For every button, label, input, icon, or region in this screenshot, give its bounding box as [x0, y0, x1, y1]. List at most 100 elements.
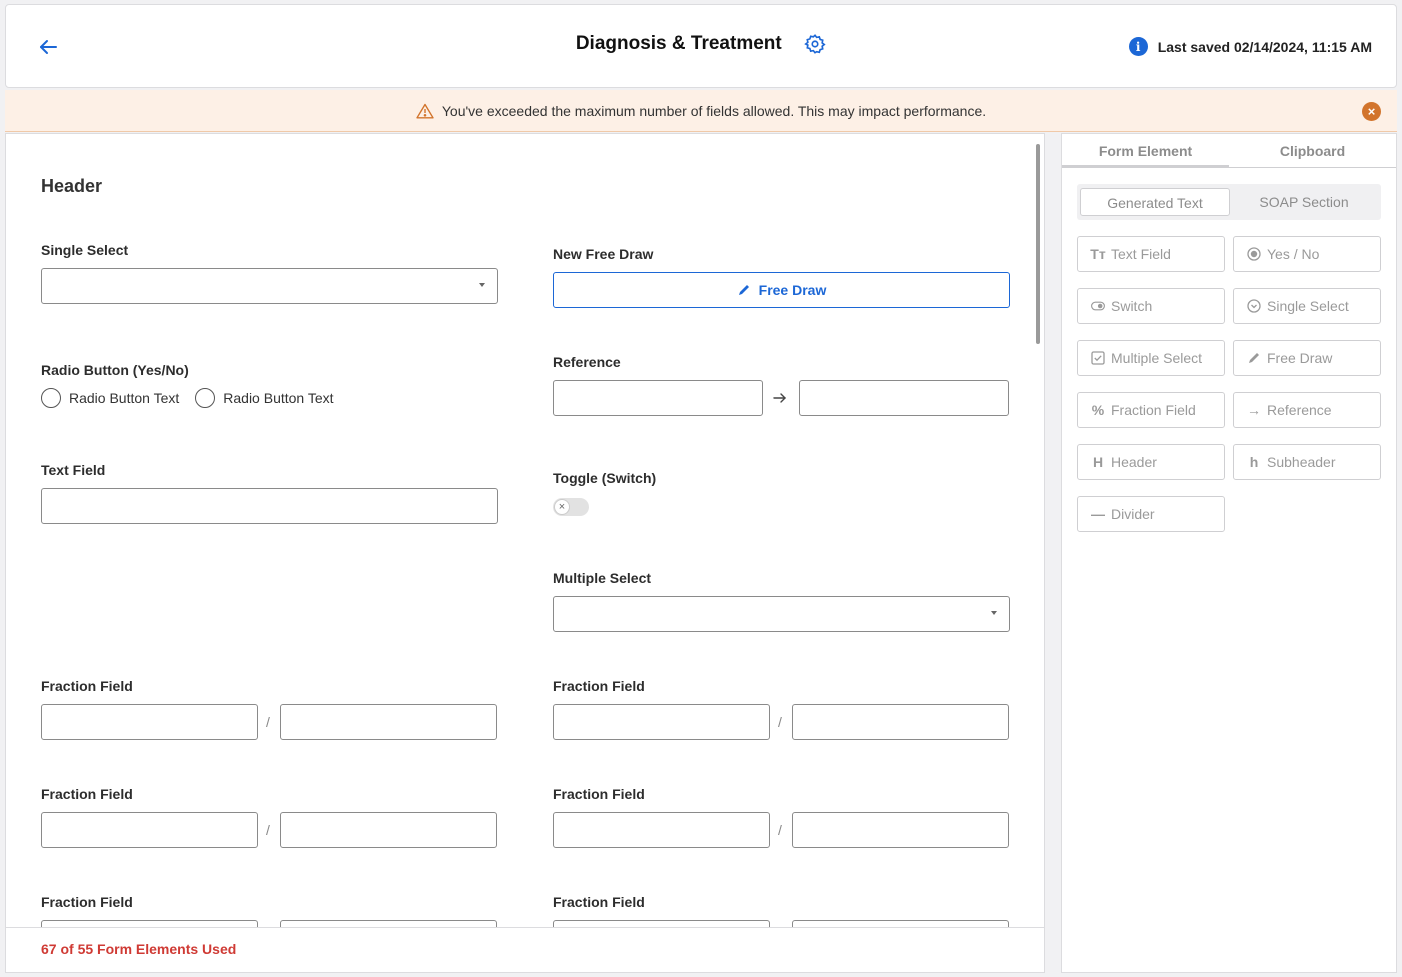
info-icon: i	[1128, 37, 1148, 56]
header-icon: H	[1092, 454, 1104, 470]
fraction-label: Fraction Field	[41, 786, 133, 802]
top-bar: Diagnosis & Treatment i Last saved 02/14…	[5, 4, 1397, 88]
warning-icon	[416, 103, 434, 119]
scrollbar[interactable]	[1036, 144, 1040, 344]
add-text-field-button[interactable]: Tт Text Field	[1077, 236, 1225, 272]
multiple-select-dropdown[interactable]	[553, 596, 1010, 632]
fraction-label: Fraction Field	[41, 894, 133, 910]
add-fraction-field-button[interactable]: % Fraction Field	[1077, 392, 1225, 428]
element-label: Fraction Field	[1111, 402, 1196, 418]
percent-icon: %	[1091, 402, 1105, 418]
radio-circle	[41, 388, 61, 408]
fraction-separator: /	[778, 714, 782, 730]
radio-option-label: Radio Button Text	[223, 390, 334, 406]
text-field-icon: Tт	[1090, 246, 1106, 262]
divider-icon: —	[1091, 506, 1105, 522]
radio-option-label: Radio Button Text	[69, 390, 180, 406]
form-header: Header	[41, 176, 103, 196]
element-label: Divider	[1111, 506, 1155, 522]
radio-option-2[interactable]: Radio Button Text	[195, 388, 334, 408]
fraction-denominator-input[interactable]	[792, 812, 1009, 848]
add-multiple-select-button[interactable]: Multiple Select	[1077, 340, 1225, 376]
element-label: Subheader	[1267, 454, 1336, 470]
element-label: Switch	[1111, 298, 1153, 314]
reference-target-input[interactable]	[799, 380, 1009, 416]
text-field-input[interactable]	[41, 488, 498, 524]
toggle-switch[interactable]: ×	[553, 498, 589, 516]
warning-message: You've exceeded the maximum number of fi…	[441, 102, 987, 119]
subheader-icon: h	[1249, 454, 1259, 470]
chevron-down-icon	[479, 283, 485, 287]
add-switch-button[interactable]: Switch	[1077, 288, 1225, 324]
elements-used-count: 67 of 55 Form Elements Used	[41, 941, 237, 957]
switch-icon	[1091, 299, 1105, 313]
tab-form-element[interactable]: Form Element	[1062, 134, 1229, 167]
element-label: Text Field	[1111, 246, 1171, 262]
pencil-icon	[1247, 351, 1261, 365]
subtab-generated-text[interactable]: Generated Text	[1080, 188, 1230, 216]
fraction-denominator-input[interactable]	[792, 704, 1009, 740]
panel-tabs: Form Element Clipboard	[1062, 134, 1396, 168]
radio-label: Radio Button (Yes/No)	[41, 362, 189, 378]
checkbox-icon	[1091, 351, 1105, 365]
reference-label: Reference	[553, 354, 621, 370]
gear-icon[interactable]	[804, 33, 826, 55]
element-label: Header	[1111, 454, 1157, 470]
radio-icon	[1247, 247, 1261, 261]
radio-option-1[interactable]: Radio Button Text	[41, 388, 179, 408]
new-free-draw-label: New Free Draw	[553, 246, 654, 262]
last-saved-text: Last saved 02/14/2024, 11:15 AM	[1157, 38, 1372, 55]
toggle-label: Toggle (Switch)	[553, 470, 657, 486]
subtabs: Generated Text SOAP Section	[1077, 184, 1381, 220]
add-header-button[interactable]: H Header	[1077, 444, 1225, 480]
fraction-denominator-input[interactable]	[280, 812, 497, 848]
free-draw-button-label: Free Draw	[758, 282, 827, 298]
pencil-icon	[738, 285, 749, 295]
fraction-label: Fraction Field	[553, 786, 645, 802]
fraction-separator: /	[266, 822, 270, 838]
arrow-right-icon: →	[1247, 402, 1261, 418]
fraction-label: Fraction Field	[553, 678, 645, 694]
fraction-label: Fraction Field	[553, 894, 645, 910]
fraction-denominator-input[interactable]	[280, 704, 497, 740]
reference-source-input[interactable]	[553, 380, 763, 416]
radio-group: Radio Button Text Radio Button Text	[41, 388, 350, 408]
free-draw-button[interactable]: Free Draw	[553, 272, 1010, 308]
radio-circle	[195, 388, 216, 408]
add-divider-button[interactable]: — Divider	[1077, 496, 1225, 532]
element-label: Reference	[1267, 402, 1332, 418]
form-footer: 67 of 55 Form Elements Used	[6, 927, 1044, 972]
page-title: Diagnosis & Treatment	[575, 33, 782, 54]
fraction-numerator-input[interactable]	[41, 704, 258, 740]
add-subheader-button[interactable]: h Subheader	[1233, 444, 1381, 480]
fraction-label: Fraction Field	[41, 678, 133, 694]
single-select-label: Single Select	[41, 242, 129, 258]
warning-banner: You've exceeded the maximum number of fi…	[5, 90, 1397, 132]
element-label: Yes / No	[1267, 246, 1320, 262]
multiple-select-label: Multiple Select	[553, 570, 652, 586]
toggle-off-icon: ×	[554, 499, 570, 515]
element-label: Free Draw	[1267, 350, 1333, 366]
tab-clipboard[interactable]: Clipboard	[1229, 134, 1396, 167]
element-label: Single Select	[1267, 298, 1349, 314]
fraction-separator: /	[778, 822, 782, 838]
close-warning-button[interactable]: ×	[1362, 102, 1381, 121]
fraction-numerator-input[interactable]	[41, 812, 258, 848]
form-canvas: Header Single Select New Free Draw Free …	[5, 133, 1045, 973]
fraction-numerator-input[interactable]	[553, 812, 770, 848]
add-yes-no-button[interactable]: Yes / No	[1233, 236, 1381, 272]
add-single-select-button[interactable]: Single Select	[1233, 288, 1381, 324]
single-select-icon	[1247, 299, 1261, 313]
element-label: Multiple Select	[1111, 350, 1203, 366]
chevron-down-icon	[991, 611, 997, 615]
fraction-numerator-input[interactable]	[553, 704, 770, 740]
single-select-dropdown[interactable]	[41, 268, 498, 304]
add-free-draw-button[interactable]: Free Draw	[1233, 340, 1381, 376]
fraction-separator: /	[266, 714, 270, 730]
add-reference-button[interactable]: → Reference	[1233, 392, 1381, 428]
form-element-panel: Form Element Clipboard Generated Text SO…	[1061, 133, 1397, 973]
arrow-right-icon	[773, 393, 786, 403]
subtab-soap-section[interactable]: SOAP Section	[1230, 188, 1378, 216]
last-saved: i Last saved 02/14/2024, 11:15 AM	[1128, 37, 1372, 56]
text-field-label: Text Field	[41, 462, 106, 478]
